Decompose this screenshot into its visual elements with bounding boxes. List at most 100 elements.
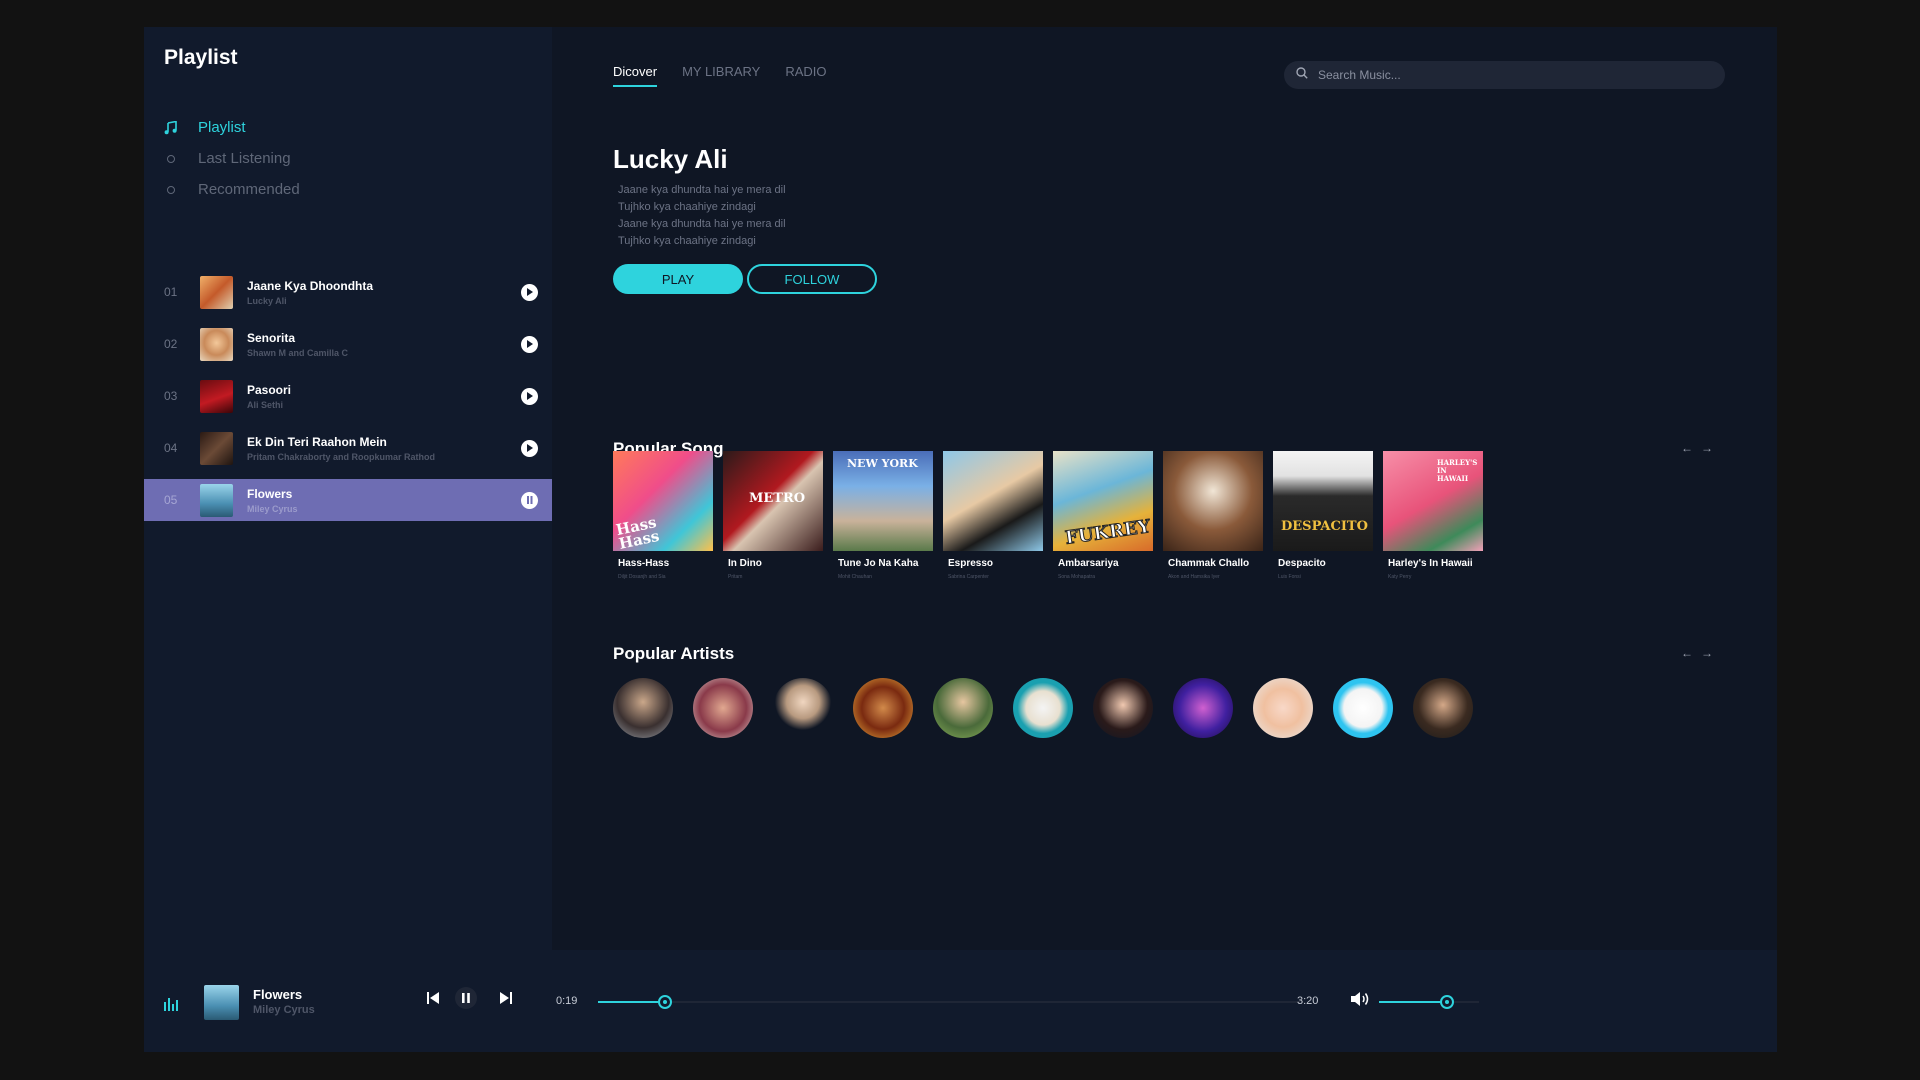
- track-row[interactable]: 02 Senorita Shawn M and Camilla C: [144, 318, 552, 370]
- nav-item-label: Recommended: [198, 181, 300, 198]
- cover-title-text: METRO: [749, 491, 806, 506]
- skip-back-icon[interactable]: [427, 992, 439, 1004]
- artist-avatar[interactable]: [853, 678, 913, 738]
- song-cover: Hass Hass: [613, 451, 713, 551]
- pause-icon[interactable]: [521, 491, 538, 509]
- song-cover: METRO: [723, 451, 823, 551]
- player-bar: Flowers Miley Cyrus 0:19 3:20: [144, 950, 1777, 1052]
- track-title: Pasoori: [247, 382, 292, 397]
- progress-slider[interactable]: [598, 995, 1300, 1009]
- track-artist: Pritam Chakraborty and Roopkumar Rathod: [247, 451, 436, 462]
- lyric-line: Jaane kya dhundta hai ye mera dil: [618, 184, 786, 196]
- lyric-line: Tujhko kya chaahiye zindagi: [618, 235, 756, 247]
- track-row[interactable]: 04 Ek Din Teri Raahon Mein Pritam Chakra…: [144, 422, 552, 474]
- track-row[interactable]: 03 Pasoori Ali Sethi: [144, 370, 552, 422]
- track-list: 01 Jaane Kya Dhoondhta Lucky Ali 02 Seno…: [144, 266, 552, 521]
- tab-discover[interactable]: Dicover: [613, 64, 658, 87]
- track-number: 02: [164, 337, 178, 351]
- play-icon[interactable]: [521, 439, 538, 457]
- nav-item-playlist[interactable]: Playlist: [164, 112, 300, 143]
- song-cover: [1163, 451, 1263, 551]
- artist-avatar[interactable]: [773, 678, 833, 738]
- progress-fill: [598, 1001, 665, 1003]
- lyric-line: Jaane kya dhundta hai ye mera dil: [618, 218, 786, 230]
- nav-item-label: Playlist: [198, 119, 246, 136]
- progress-knob[interactable]: [657, 995, 672, 1009]
- nav-item-recommended[interactable]: Recommended: [164, 174, 300, 205]
- song-card[interactable]: NEW YORK Tune Jo Na Kaha Mohit Chauhan: [833, 451, 933, 580]
- nav-item-label: Last Listening: [198, 150, 291, 167]
- song-title: Ambarsariya: [1058, 558, 1119, 569]
- song-card[interactable]: DESPACITO Despacito Luis Fonsi: [1273, 451, 1373, 580]
- song-artist: Sona Mohapatra: [1058, 574, 1095, 580]
- track-artist: Lucky Ali: [247, 295, 287, 306]
- play-button[interactable]: PLAY: [613, 264, 743, 294]
- tab-bar: Dicover MY LIBRARY RADIO: [613, 64, 827, 87]
- search-input[interactable]: [1318, 68, 1698, 82]
- artist-avatar[interactable]: [1333, 678, 1393, 738]
- song-card[interactable]: Chammak Challo Akon and Hamsika Iyer: [1163, 451, 1263, 580]
- arrow-right-icon[interactable]: →: [1701, 441, 1713, 455]
- nav-item-last-listening[interactable]: Last Listening: [164, 143, 300, 174]
- pause-icon[interactable]: [455, 987, 477, 1009]
- volume-icon[interactable]: [1350, 991, 1370, 1007]
- track-thumbnail: [200, 275, 233, 309]
- song-title: Tune Jo Na Kaha: [838, 558, 919, 569]
- tab-radio[interactable]: RADIO: [785, 64, 826, 87]
- song-card[interactable]: FUKREY Ambarsariya Sona Mohapatra: [1053, 451, 1153, 580]
- cover-title-text: HARLEY'S IN HAWAII: [1437, 458, 1478, 483]
- song-cover: FUKREY: [1053, 451, 1153, 551]
- track-thumbnail: [200, 379, 233, 413]
- track-artist: Shawn M and Camilla C: [247, 347, 349, 358]
- cover-title-text: Hass Hass: [614, 513, 661, 551]
- artist-avatar[interactable]: [693, 678, 753, 738]
- play-icon[interactable]: [521, 335, 538, 353]
- volume-knob[interactable]: [1440, 995, 1454, 1009]
- artist-avatar[interactable]: [1253, 678, 1313, 738]
- track-row-active[interactable]: 05 Flowers Miley Cyrus: [144, 479, 552, 521]
- track-row[interactable]: 01 Jaane Kya Dhoondhta Lucky Ali: [144, 266, 552, 318]
- artist-avatar[interactable]: [1013, 678, 1073, 738]
- song-artist: Luis Fonsi: [1278, 574, 1301, 580]
- song-card[interactable]: Hass Hass Hass-Hass Diljit Dosanjh and S…: [613, 451, 713, 580]
- popular-artist-list: [613, 678, 1473, 738]
- search-icon: [1296, 66, 1308, 84]
- cover-title-text: FUKREY: [1063, 516, 1152, 550]
- song-artist: Katy Perry: [1388, 574, 1412, 580]
- music-note-icon: [164, 120, 178, 135]
- arrow-right-icon[interactable]: →: [1701, 646, 1713, 660]
- song-cover: [943, 451, 1043, 551]
- song-card[interactable]: HARLEY'S IN HAWAII Harley's In Hawaii Ka…: [1383, 451, 1483, 580]
- cover-title-text: DESPACITO: [1281, 519, 1368, 534]
- sidebar-title: Playlist: [164, 46, 238, 69]
- artist-avatar[interactable]: [1173, 678, 1233, 738]
- featured-artist-name: Lucky Ali: [613, 144, 728, 174]
- tab-my-library[interactable]: MY LIBRARY: [682, 64, 760, 87]
- main-content: Dicover MY LIBRARY RADIO Lucky Ali Jaane…: [552, 27, 1777, 950]
- arrow-left-icon[interactable]: ←: [1681, 441, 1693, 455]
- song-card[interactable]: Espresso Sabrina Carpenter: [943, 451, 1043, 580]
- volume-slider[interactable]: [1379, 995, 1479, 1009]
- track-thumbnail: [200, 431, 233, 465]
- track-title: Jaane Kya Dhoondhta: [247, 278, 374, 293]
- artist-avatar[interactable]: [933, 678, 993, 738]
- artist-avatar[interactable]: [1093, 678, 1153, 738]
- song-card[interactable]: METRO In Dino Pritam: [723, 451, 823, 580]
- follow-button[interactable]: FOLLOW: [747, 264, 877, 294]
- skip-forward-icon[interactable]: [500, 992, 512, 1004]
- song-title: Chammak Challo: [1168, 558, 1250, 569]
- song-artist: Diljit Dosanjh and Sia: [618, 574, 666, 580]
- song-title: Despacito: [1278, 558, 1326, 569]
- featured-lyrics: Jaane kya dhundta hai ye mera dil Tujhko…: [618, 182, 786, 250]
- artist-avatar[interactable]: [613, 678, 673, 738]
- now-playing-thumbnail: [204, 985, 239, 1020]
- play-icon[interactable]: [521, 387, 538, 405]
- artist-avatar[interactable]: [1413, 678, 1473, 738]
- circle-icon: [164, 154, 178, 163]
- song-artist: Akon and Hamsika Iyer: [1168, 574, 1220, 580]
- arrow-left-icon[interactable]: ←: [1681, 646, 1693, 660]
- music-app: Playlist Playlist Last Listening Recomme…: [144, 27, 1777, 1052]
- song-artist: Pritam: [728, 574, 743, 580]
- song-artist: Mohit Chauhan: [838, 574, 872, 580]
- play-icon[interactable]: [521, 283, 538, 301]
